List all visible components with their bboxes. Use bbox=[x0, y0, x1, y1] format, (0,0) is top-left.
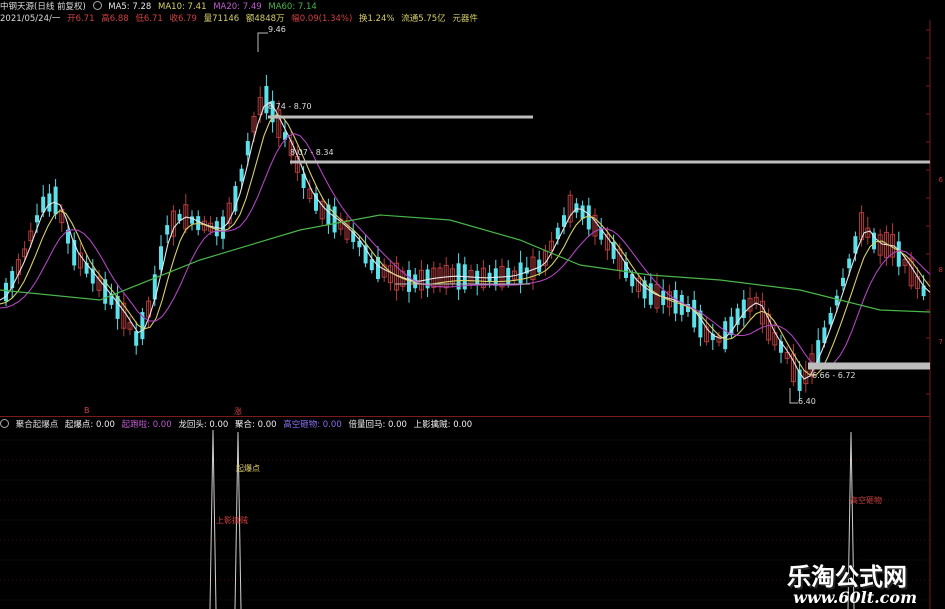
watermark-url: www.60lt.com bbox=[793, 588, 917, 607]
high-leader bbox=[257, 32, 268, 52]
candle-down bbox=[53, 186, 58, 215]
kline-chart[interactable] bbox=[0, 0, 945, 609]
low-label: 低6.71 bbox=[135, 14, 163, 24]
right-axis-tick-3: 7 bbox=[938, 338, 943, 346]
candle-down bbox=[574, 203, 579, 213]
buy-marker: B bbox=[84, 406, 90, 415]
candle-down bbox=[4, 282, 8, 302]
right-axis-tick-2: 8 bbox=[938, 266, 943, 274]
candle-down bbox=[47, 193, 52, 212]
indicator-item-longhuitou: 龙回头: 0.00 bbox=[178, 420, 229, 430]
indicator-name[interactable]: 聚合起爆点 bbox=[16, 420, 59, 430]
signal-label-qibaodian: 起爆点 bbox=[236, 464, 260, 473]
indicator-item-juhe: 聚合: 0.00 bbox=[235, 420, 277, 430]
ma10-label: MA10: 7.41 bbox=[158, 2, 207, 12]
candle-down bbox=[847, 258, 852, 269]
stock-title[interactable]: 中钢天源(日线 前复权) bbox=[0, 2, 86, 12]
close-label: 收6.79 bbox=[169, 14, 197, 24]
signal-label-shangying: 上影擒贼 bbox=[216, 516, 248, 525]
indicator-item-qibaodian: 起爆点: 0.00 bbox=[64, 420, 115, 430]
volume-label: 量71146 bbox=[203, 14, 240, 24]
level1-label: 8.74 - 8.70 bbox=[268, 102, 312, 111]
candle-down bbox=[580, 205, 585, 219]
signal-label-gaokong: 高空砸物 bbox=[850, 496, 882, 505]
candle-down bbox=[648, 283, 653, 305]
candle-down bbox=[841, 277, 845, 287]
indicator-settings-icon[interactable] bbox=[0, 419, 9, 428]
indicator-item-qipaola: 起跑啦: 0.00 bbox=[121, 420, 172, 430]
ma20-line bbox=[0, 133, 931, 369]
level2-label: 8.07 - 8.34 bbox=[290, 148, 334, 157]
float-cap-label: 流通5.75亿 bbox=[401, 14, 446, 24]
open-label: 开6.71 bbox=[67, 14, 95, 24]
turnover-label: 换1.24% bbox=[358, 14, 395, 24]
indicator-item-gaokong: 高空砸物: 0.00 bbox=[283, 420, 342, 430]
ma10-line bbox=[0, 114, 931, 376]
main-chart-header: 中钢天源(日线 前复权) MA5: 7.28 MA10: 7.41 MA20: … bbox=[0, 1, 321, 13]
rise-marker: 涨 bbox=[234, 407, 242, 416]
date-label: 2021/05/24/一 bbox=[0, 14, 61, 24]
high-label: 高6.88 bbox=[101, 14, 129, 24]
candle-down bbox=[586, 205, 591, 230]
candle-down bbox=[239, 168, 244, 182]
indicator-item-beiliang: 倍量回马: 0.00 bbox=[348, 420, 407, 430]
change-label: 幅0.09(1.34%) bbox=[291, 14, 353, 24]
candle-down bbox=[134, 331, 139, 346]
panel-divider bbox=[0, 416, 930, 417]
quote-info-bar: 2021/05/24/一 开6.71 高6.88 低6.71 收6.79 量71… bbox=[0, 13, 482, 25]
ma20-label: MA20: 7.49 bbox=[213, 2, 262, 12]
candle-down bbox=[723, 321, 728, 350]
right-axis-tick-1: 6 bbox=[938, 176, 943, 184]
indicator-item-shangying: 上影擒贼: 0.00 bbox=[413, 420, 473, 430]
low-leader bbox=[789, 388, 798, 404]
candle-down bbox=[834, 295, 839, 306]
ma5-label: MA5: 7.28 bbox=[108, 2, 152, 12]
candle-down bbox=[692, 299, 697, 328]
low-price-label: 6.40 bbox=[798, 397, 816, 406]
candle-down bbox=[35, 215, 39, 223]
ma5-line bbox=[0, 101, 931, 380]
candle-down bbox=[896, 241, 901, 267]
amount-label: 额4848万 bbox=[245, 14, 285, 24]
level3-label: 6.66 - 6.72 bbox=[812, 371, 856, 380]
settings-icon[interactable] bbox=[92, 1, 102, 10]
candle-down bbox=[165, 225, 170, 235]
high-price-label: 9.46 bbox=[268, 25, 286, 34]
candle-down bbox=[332, 206, 337, 233]
indicator-header: 聚合起爆点 起爆点: 0.00 起跑啦: 0.00 龙回头: 0.00 聚合: … bbox=[0, 419, 476, 431]
ma60-label: MA60: 7.14 bbox=[268, 2, 317, 12]
candle-down bbox=[245, 141, 250, 156]
sector-label: 元器件 bbox=[452, 14, 478, 24]
watermark-title: 乐淘公式网 bbox=[787, 563, 907, 591]
